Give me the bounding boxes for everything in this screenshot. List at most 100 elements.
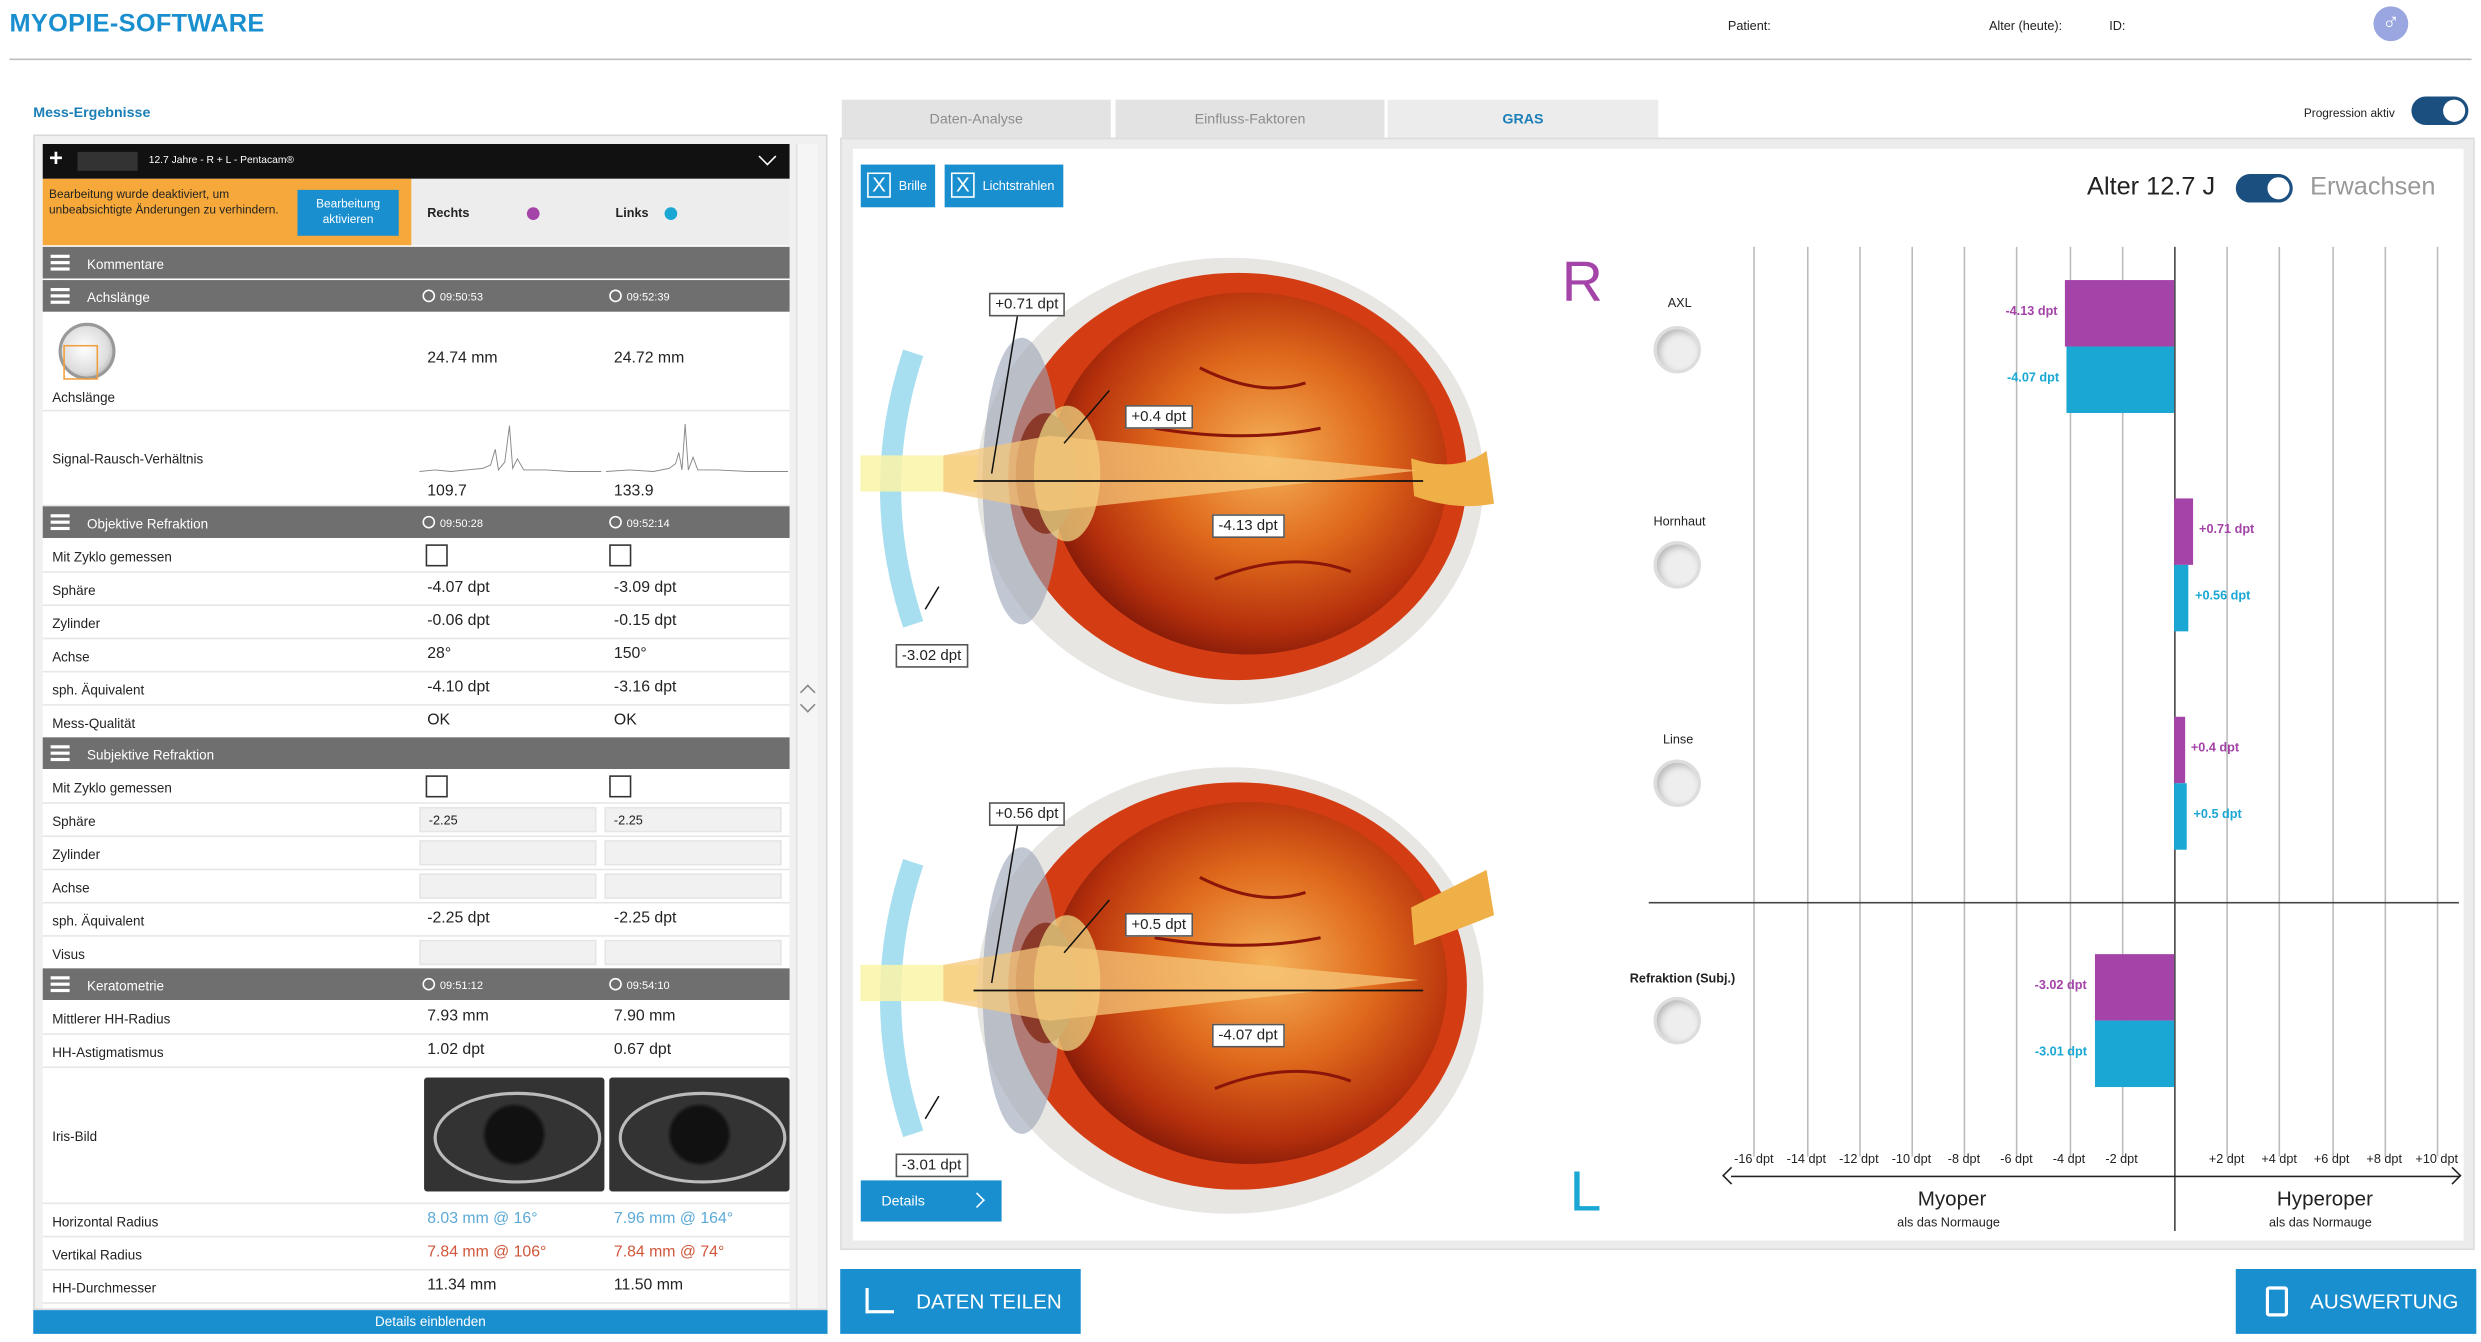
row-label: sph. Äquivalent xyxy=(52,912,145,929)
axial-length-left: 24.72 mm xyxy=(613,349,685,368)
obj-axis-row: Achse 28° 150° xyxy=(42,639,790,673)
gridline xyxy=(2436,246,2439,1157)
subj-cyclo-checkbox-right[interactable] xyxy=(425,775,448,798)
clock-icon xyxy=(422,515,436,529)
chevron-down-icon[interactable] xyxy=(758,147,777,166)
subj-axis-input-left[interactable] xyxy=(604,873,782,899)
subj-sphere-input-right[interactable]: -2.25 xyxy=(419,806,597,833)
iris-image-left[interactable] xyxy=(609,1077,790,1192)
list-icon xyxy=(50,287,70,304)
evaluation-button[interactable]: AUSWERTUNG xyxy=(2235,1269,2477,1334)
share-data-button[interactable]: DATEN TEILEN xyxy=(840,1269,1081,1334)
gridline xyxy=(1753,246,1756,1157)
time-left: 09:52:39 xyxy=(626,292,670,304)
row-label: Zylinder xyxy=(52,846,101,863)
time-left: 09:52:14 xyxy=(626,518,670,531)
chevron-down-icon[interactable] xyxy=(799,697,816,713)
value-left: 7.96 mm @ 164° xyxy=(613,1210,734,1228)
button-label: DATEN TEILEN xyxy=(916,1289,1062,1314)
horizontal-axis-line xyxy=(1648,901,2459,904)
redacted-name xyxy=(77,151,138,171)
factor-label-cornea: Hornhaut xyxy=(1653,514,1706,529)
obj-quality-row: Mess-Qualität OK OK xyxy=(42,706,790,739)
snr-row: Signal-Rausch-Verhältnis 109.7 133.9 xyxy=(42,411,790,507)
group-objective-refraction[interactable]: Objektive Refraktion 09:50:28 09:52:14 xyxy=(42,506,790,538)
factor-label-refraction: Refraktion (Subj.) xyxy=(1629,971,1736,986)
bar-value-label: -4.07 dpt xyxy=(2007,370,2060,385)
left-eye-column-label: Links xyxy=(615,205,649,220)
progression-toggle[interactable] xyxy=(2411,96,2469,126)
obj-cylinder-row: Zylinder -0.06 dpt -0.15 dpt xyxy=(42,606,790,640)
value-left: OK xyxy=(613,712,637,730)
subj-cylinder-input-left[interactable] xyxy=(604,840,782,866)
bar-value-label: -4.13 dpt xyxy=(2005,303,2058,319)
row-label: HH-Astigmatismus xyxy=(52,1044,164,1061)
subj-cyclo-checkbox-left[interactable] xyxy=(609,775,632,798)
subj-sphere-input-left[interactable]: -2.25 xyxy=(604,806,782,833)
subj-sphere-row: Sphäre -2.25 -2.25 xyxy=(42,804,790,838)
gridline xyxy=(1963,246,1966,1157)
value-right: OK xyxy=(427,712,451,730)
group-label: Kommentare xyxy=(87,256,165,273)
enable-edit-button[interactable]: Bearbeitung aktivieren xyxy=(297,189,399,236)
value-right: 7.84 mm @ 106° xyxy=(427,1243,547,1262)
bar-value-label: -3.01 dpt xyxy=(2034,1044,2087,1059)
value-left: 7.84 mm @ 74° xyxy=(613,1243,725,1262)
show-details-button[interactable]: Details einblenden xyxy=(33,1310,828,1334)
group-keratometry[interactable]: Keratometrie 09:51:12 09:54:10 xyxy=(42,968,790,1001)
iris-image-right[interactable] xyxy=(424,1077,605,1192)
row-label: Achse xyxy=(52,648,90,665)
bar-value-label: +0.71 dpt xyxy=(2199,522,2255,537)
obj-cyclo-checkbox-left[interactable] xyxy=(609,544,632,567)
bar-value-label: +0.56 dpt xyxy=(2195,588,2251,603)
snr-label: Signal-Rausch-Verhältnis xyxy=(52,450,204,467)
subj-visus-input-right[interactable] xyxy=(419,939,597,966)
tab-gras[interactable]: GRAS xyxy=(1387,99,1659,138)
subj-visus-row: Visus xyxy=(42,937,790,970)
row-label: Zylinder xyxy=(52,615,101,632)
kera-diameter-row: HH-Durchmesser 11.34 mm 11.50 mm xyxy=(42,1271,790,1304)
subj-axis-input-right[interactable] xyxy=(419,873,597,899)
exam-bar[interactable]: + 12.7 Jahre - R + L - Pentacam® xyxy=(42,143,790,179)
gridline xyxy=(2226,246,2229,1157)
tick-label: -2 dpt xyxy=(2105,1151,2138,1167)
group-subjective-refraction[interactable]: Subjektive Refraktion xyxy=(42,737,790,769)
time-left: 09:54:10 xyxy=(626,981,670,993)
measurement-panel: + 12.7 Jahre - R + L - Pentacam® Bearbei… xyxy=(33,134,828,1311)
bar-value-label: -3.02 dpt xyxy=(2034,977,2087,993)
bar-refraktion-subj--0 xyxy=(2094,954,2175,1021)
male-gender-icon: ♂ xyxy=(2373,6,2409,42)
group-axial-length[interactable]: Achslänge 09:50:53 09:52:39 xyxy=(42,280,790,312)
tab-data-analysis[interactable]: Daten-Analyse xyxy=(841,99,1111,138)
subj-se-row: sph. Äquivalent -2.25 dpt -2.25 dpt xyxy=(42,903,790,937)
measurement-results-title: Mess-Ergebnisse xyxy=(33,104,151,121)
measurement-list: + 12.7 Jahre - R + L - Pentacam® Bearbei… xyxy=(42,143,790,1309)
bar-value-label: +0.4 dpt xyxy=(2190,740,2240,755)
factor-label-lens: Linse xyxy=(1662,732,1694,747)
list-icon xyxy=(50,745,70,762)
myopic-sublabel: als das Normauge xyxy=(1897,1215,2000,1230)
cornea-eye-icon xyxy=(1653,541,1701,589)
bar-axl-1 xyxy=(2067,346,2175,413)
gridline xyxy=(1858,246,1861,1157)
add-exam-icon[interactable]: + xyxy=(49,146,63,173)
group-comments[interactable]: Kommentare xyxy=(42,246,790,279)
tab-influence-factors[interactable]: Einfluss-Faktoren xyxy=(1115,99,1385,138)
row-label: Vertikal Radius xyxy=(52,1246,142,1263)
clock-icon xyxy=(609,977,622,991)
clock-icon xyxy=(422,977,436,991)
obj-cyclo-checkbox-right[interactable] xyxy=(425,544,448,567)
bar-linse-0 xyxy=(2174,716,2185,784)
scrollbar[interactable] xyxy=(795,143,819,1309)
app-title: MYOPIE-SOFTWARE xyxy=(9,11,265,38)
row-label: Mit Zyklo gemessen xyxy=(52,549,172,565)
subj-cylinder-input-right[interactable] xyxy=(419,840,597,866)
patient-label: Patient: xyxy=(1727,18,1771,34)
row-label: Iris-Bild xyxy=(52,1128,98,1145)
eye-axial-icon-frame xyxy=(63,344,99,380)
subj-visus-input-left[interactable] xyxy=(604,939,782,966)
share-icon xyxy=(865,1287,894,1314)
row-label: Horizontal Radius xyxy=(52,1213,159,1230)
kera-vertical-row: Vertikal Radius 7.84 mm @ 106° 7.84 mm @ 7… xyxy=(42,1237,790,1271)
row-label: Mit Zyklo gemessen xyxy=(52,780,172,796)
